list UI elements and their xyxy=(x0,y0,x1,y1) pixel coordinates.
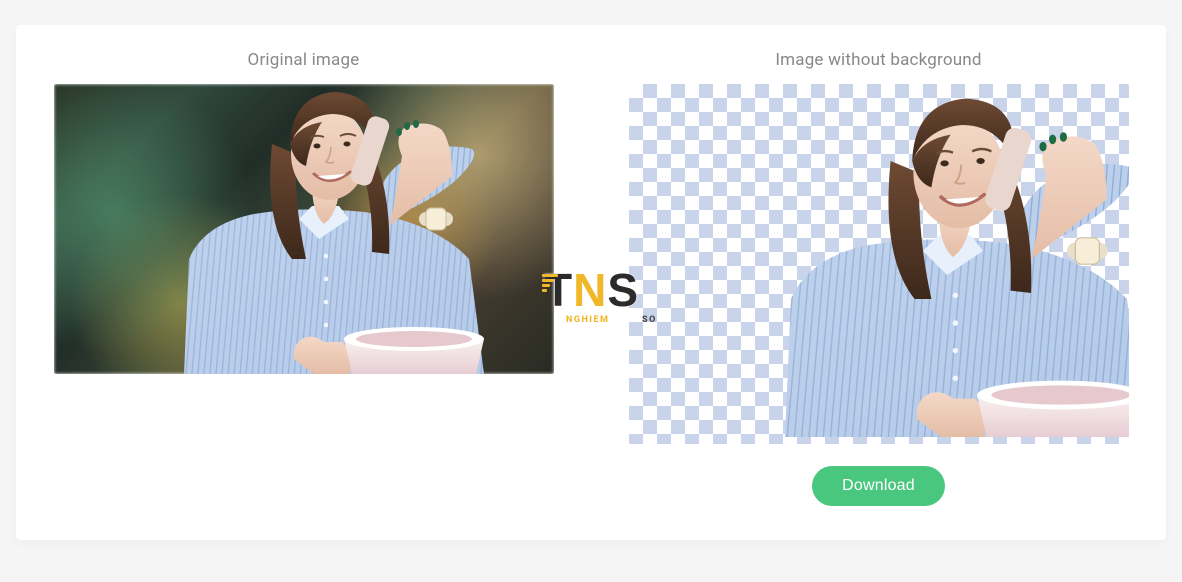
result-column: Image without background xyxy=(621,50,1136,506)
result-title: Image without background xyxy=(775,50,981,70)
result-frame xyxy=(629,84,1129,444)
original-frame xyxy=(54,84,554,374)
result-image xyxy=(629,84,1129,444)
original-column: Original image xyxy=(46,50,561,506)
result-card: Original image xyxy=(16,25,1166,540)
transparency-checker xyxy=(629,84,1129,444)
comparison-columns: Original image xyxy=(46,50,1136,506)
download-button[interactable]: Download xyxy=(812,466,945,506)
original-image xyxy=(54,84,554,374)
original-title: Original image xyxy=(248,50,360,70)
original-background xyxy=(54,84,554,374)
